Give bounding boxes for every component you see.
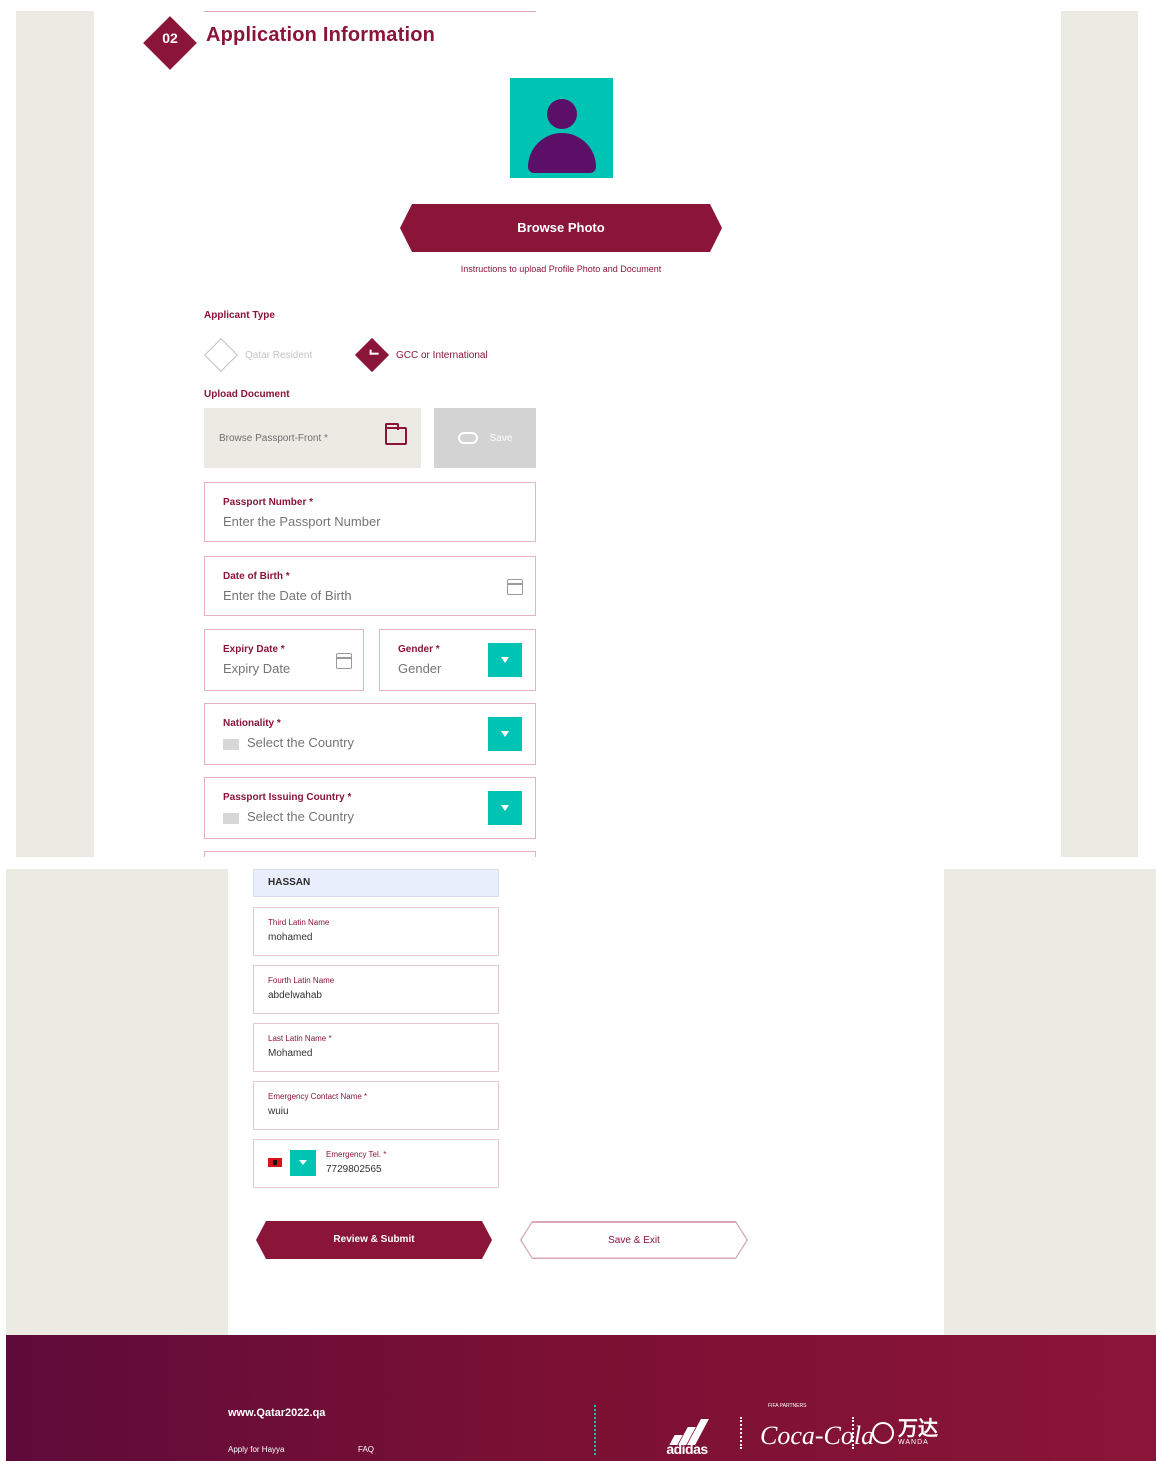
upload-instructions-link[interactable]: Instructions to upload Profile Photo and…: [400, 264, 722, 274]
divider: [594, 1405, 596, 1455]
wanda-ring-icon: [872, 1421, 894, 1444]
adidas-logo: adidas: [658, 1417, 716, 1457]
save-exit-button[interactable]: Save & Exit: [520, 1221, 748, 1259]
emergency-contact-name-field[interactable]: Emergency Contact Name * wuiu: [253, 1081, 499, 1130]
folder-icon[interactable]: [385, 423, 407, 445]
upload-document-label: Upload Document: [204, 389, 290, 400]
emergency-tel-field[interactable]: Emergency Tel. * 7729802565: [253, 1139, 499, 1188]
field-value[interactable]: abdelwahab: [268, 990, 322, 1001]
chevron-down-icon[interactable]: [488, 791, 522, 825]
profile-photo-placeholder: [510, 78, 613, 178]
browse-passport-placeholder: Browse Passport-Front *: [219, 432, 328, 444]
nationality-input[interactable]: [247, 735, 478, 750]
field-value[interactable]: 7729802565: [326, 1164, 382, 1175]
upload-save-button[interactable]: Save: [434, 408, 536, 468]
fourth-latin-name-field[interactable]: Fourth Latin Name abdelwahab: [253, 965, 499, 1014]
bottom-panel: HASSAN Third Latin Name mohamed Fourth L…: [6, 869, 1156, 1335]
chevron-down-icon[interactable]: [488, 643, 522, 677]
expiry-date-field[interactable]: Expiry Date *: [204, 629, 364, 691]
last-latin-name-field[interactable]: Last Latin Name * Mohamed: [253, 1023, 499, 1072]
field-label: Last Latin Name *: [268, 1034, 332, 1043]
passport-number-input[interactable]: [223, 514, 454, 529]
expiry-date-input[interactable]: [223, 661, 323, 676]
date-of-birth-field[interactable]: Date of Birth *: [204, 556, 536, 616]
wanda-en: WANDA: [898, 1439, 929, 1446]
flag-placeholder-icon: [223, 813, 239, 824]
browse-photo-button[interactable]: Browse Photo: [400, 204, 722, 252]
step-badge: 02: [143, 16, 197, 70]
avatar-head-icon: [547, 99, 577, 129]
coca-cola-logo: Coca-Cola: [760, 1421, 875, 1450]
second-latin-name-field[interactable]: HASSAN: [253, 869, 499, 897]
radio-checked-icon: [355, 338, 389, 372]
field-label: Emergency Contact Name *: [268, 1092, 368, 1101]
passport-issuing-country-select[interactable]: Passport Issuing Country *: [204, 777, 536, 839]
names-card: HASSAN Third Latin Name mohamed Fourth L…: [228, 869, 944, 1335]
calendar-icon[interactable]: [336, 653, 352, 669]
wanda-logo: 万达 WANDA: [872, 1419, 938, 1446]
field-label: Emergency Tel. *: [326, 1150, 387, 1159]
gender-select[interactable]: Gender *: [379, 629, 536, 691]
radio-qatar-resident[interactable]: Qatar Resident: [204, 338, 312, 372]
field-label: Third Latin Name: [268, 918, 330, 927]
divider: [740, 1417, 742, 1449]
field-label: Passport Number *: [223, 497, 314, 508]
flag-placeholder-icon: [223, 739, 239, 750]
field-value[interactable]: mohamed: [268, 932, 312, 943]
field-label: Gender *: [398, 644, 440, 655]
site-link[interactable]: www.Qatar2022.qa: [228, 1407, 325, 1419]
field-label: Fourth Latin Name: [268, 976, 335, 985]
step-number: 02: [162, 30, 178, 46]
save-exit-label: Save & Exit: [522, 1223, 747, 1258]
divider: [852, 1417, 854, 1449]
cloud-upload-icon: [457, 432, 478, 444]
top-panel: 02 Application Information Browse Photo …: [16, 11, 1138, 857]
nationality-select[interactable]: Nationality *: [204, 703, 536, 765]
browse-passport-front-input[interactable]: Browse Passport-Front *: [204, 408, 421, 468]
wanda-cn: 万达: [898, 1418, 938, 1440]
calendar-icon[interactable]: [507, 579, 523, 595]
date-of-birth-input[interactable]: [223, 588, 454, 603]
field-label: Nationality *: [223, 718, 281, 729]
field-label: Date of Birth *: [223, 571, 290, 582]
radio-label: Qatar Resident: [245, 349, 313, 361]
radio-label: GCC or International: [396, 349, 488, 361]
footer-link-hayya[interactable]: Apply for Hayya: [228, 1445, 284, 1454]
adidas-wordmark: adidas: [666, 1441, 708, 1457]
divider: [204, 11, 536, 12]
third-latin-name-field[interactable]: Third Latin Name mohamed: [253, 907, 499, 956]
page: 02 Application Information Browse Photo …: [0, 0, 1156, 1461]
field-label: Passport Issuing Country *: [223, 792, 352, 803]
gender-input[interactable]: [398, 661, 478, 676]
review-submit-button[interactable]: Review & Submit: [256, 1221, 492, 1259]
field-value[interactable]: HASSAN: [268, 877, 310, 888]
issuing-country-input[interactable]: [247, 809, 478, 824]
chevron-down-icon[interactable]: [488, 717, 522, 751]
partners-label: FIFA PARTNERS: [768, 1403, 807, 1409]
field-value[interactable]: wuiu: [268, 1106, 289, 1117]
passport-number-field[interactable]: Passport Number *: [204, 482, 536, 542]
application-card: 02 Application Information Browse Photo …: [94, 11, 1061, 857]
chevron-down-icon[interactable]: [290, 1150, 316, 1176]
radio-unchecked-icon: [204, 338, 238, 372]
field-value[interactable]: Mohamed: [268, 1048, 312, 1059]
applicant-type-label: Applicant Type: [204, 310, 275, 321]
country-flag-icon: [268, 1158, 282, 1167]
radio-gcc-international[interactable]: GCC or International: [355, 338, 488, 372]
avatar-body-icon: [528, 133, 596, 173]
save-label: Save: [489, 432, 513, 444]
field-label: Expiry Date *: [223, 644, 285, 655]
next-field-edge: [204, 851, 536, 857]
footer-link-faq[interactable]: FAQ: [358, 1445, 374, 1454]
footer: www.Qatar2022.qa Apply for Hayya FAQ FIF…: [6, 1335, 1156, 1461]
section-title: Application Information: [206, 24, 436, 46]
check-icon: [369, 349, 379, 355]
